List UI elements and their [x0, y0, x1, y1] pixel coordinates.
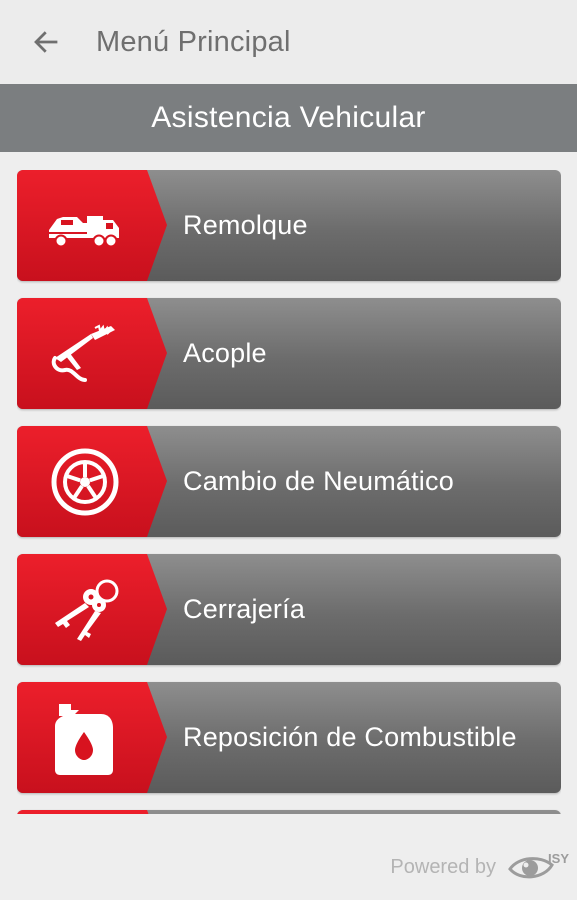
fuel-can-icon: [55, 703, 113, 775]
tire-icon: [51, 448, 119, 515]
menu-item-label: Remolque: [183, 210, 308, 240]
menu-list: Remolque Acople Cambio de Neumático Cerr…: [17, 170, 561, 814]
section-header: Asistencia Vehicular: [0, 84, 577, 152]
menu-item-icon-badge: [17, 426, 167, 537]
menu-item-label: Cerrajería: [183, 594, 306, 624]
menu-item-cambio-neumatico[interactable]: Cambio de Neumático: [17, 426, 561, 537]
menu-item-partial[interactable]: [17, 810, 561, 814]
menu-item-icon-badge: [17, 810, 167, 814]
brand-label: ISY: [548, 850, 569, 866]
menu-item-remolque[interactable]: Remolque: [17, 170, 561, 281]
menu-item-cerrajeria[interactable]: Cerrajería: [17, 554, 561, 665]
keys-icon: [55, 579, 119, 641]
back-button[interactable]: [14, 10, 78, 74]
menu-item-icon-badge: [17, 298, 167, 409]
menu-item-icon-badge: [17, 554, 167, 665]
arrow-left-icon: [34, 31, 58, 53]
menu-item-acople[interactable]: Acople: [17, 298, 561, 409]
app-bar: Menú Principal: [0, 0, 577, 84]
tow-truck-icon: [49, 215, 119, 247]
menu-item-reposicion-combustible[interactable]: Reposición de Combustible: [17, 682, 561, 793]
powered-by-label: Powered by: [390, 855, 497, 878]
page-title: Menú Principal: [96, 25, 291, 58]
jumper-clamp-icon: [51, 324, 115, 382]
menu-item-icon-badge: [17, 682, 167, 793]
isy-logo: ISY: [508, 849, 569, 885]
footer: Powered by ISY: [0, 842, 577, 892]
menu-item-icon-badge: [17, 170, 167, 281]
menu-item-label: Acople: [183, 338, 267, 368]
menu-item-label: Cambio de Neumático: [183, 466, 454, 496]
menu-item-label: Reposición de Combustible: [183, 722, 517, 752]
